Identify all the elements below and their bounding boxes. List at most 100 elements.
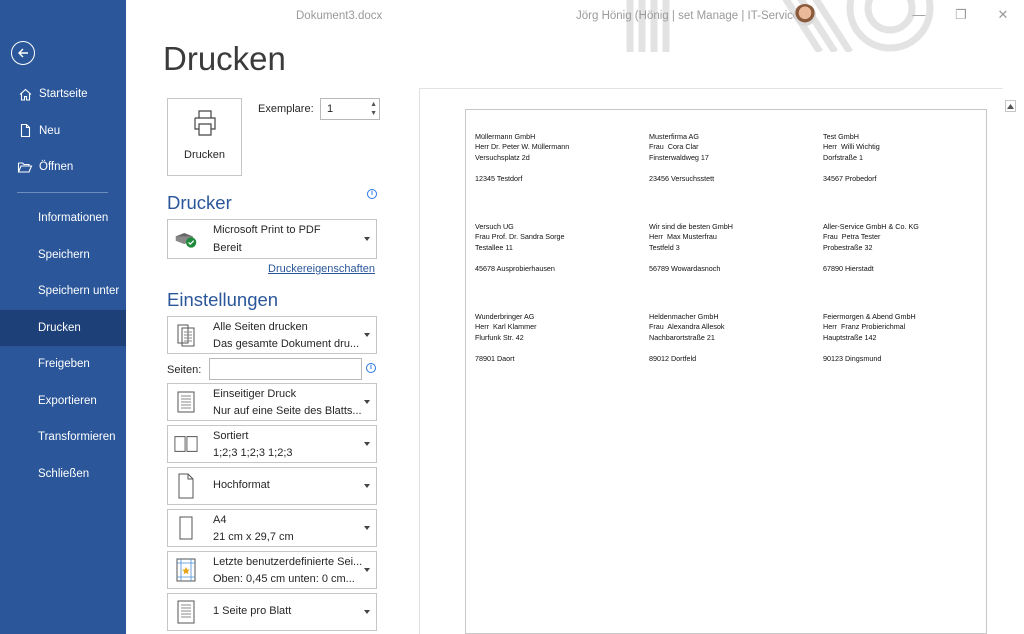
setting-detail: 1;2;3 1;2;3 1;2;3 bbox=[213, 447, 293, 459]
sidebar-item-label: Neu bbox=[39, 124, 61, 137]
sidebar-item-label: Speichern bbox=[38, 248, 90, 261]
chevron-down-icon bbox=[364, 568, 370, 572]
margins-select[interactable]: Letzte benutzerdefinierte Sei... Oben: 0… bbox=[167, 551, 377, 589]
sidebar-item-close[interactable]: Schließen bbox=[0, 456, 126, 493]
printer-select[interactable]: Microsoft Print to PDF Bereit bbox=[167, 219, 377, 259]
address-label: Versuch UG Frau Prof. Dr. Sandra Sorge T… bbox=[475, 222, 565, 273]
sidebar-item-label: Freigeben bbox=[38, 358, 90, 371]
info-icon[interactable]: i bbox=[367, 189, 377, 199]
chevron-up-icon[interactable]: ▲ bbox=[370, 101, 377, 109]
sidebar-item-label: Startseite bbox=[39, 88, 88, 101]
printer-properties-link[interactable]: Druckereigenschaften bbox=[268, 263, 375, 275]
printer-ready-icon bbox=[174, 227, 198, 251]
address-label: Wir sind die besten GmbH Herr Max Muster… bbox=[649, 222, 733, 273]
document-title: Dokument3.docx bbox=[296, 10, 383, 22]
setting-detail: 21 cm x 29,7 cm bbox=[213, 531, 294, 543]
copies-stepper[interactable]: 1 ▲ ▼ bbox=[320, 98, 380, 120]
new-document-icon bbox=[17, 123, 33, 139]
back-arrow-icon[interactable] bbox=[11, 41, 35, 65]
setting-detail: Nur auf eine Seite des Blatts... bbox=[213, 405, 362, 417]
sidebar-item-new[interactable]: Neu bbox=[0, 113, 126, 150]
setting-title: Letzte benutzerdefinierte Sei... bbox=[213, 556, 363, 568]
print-preview-page: Müllermann GmbH Herr Dr. Peter W. Müller… bbox=[465, 109, 987, 634]
orientation-select[interactable]: Hochformat bbox=[167, 467, 377, 505]
chevron-down-icon bbox=[364, 237, 370, 241]
printer-status: Bereit bbox=[213, 242, 242, 254]
collation-select[interactable]: Sortiert 1;2;3 1;2;3 1;2;3 bbox=[167, 425, 377, 463]
address-label: Test GmbH Herr Willi Wichtig Dorfstraße … bbox=[823, 132, 880, 183]
address-label: Heldenmacher GmbH Frau Alexandra Allesok… bbox=[649, 312, 725, 363]
address-label: Müllermann GmbH Herr Dr. Peter W. Müller… bbox=[475, 132, 570, 183]
chevron-down-icon bbox=[364, 400, 370, 404]
avatar[interactable] bbox=[794, 4, 816, 26]
settings-heading: Einstellungen bbox=[167, 289, 279, 310]
pages-per-sheet-select[interactable]: 1 Seite pro Blatt bbox=[167, 593, 377, 631]
chevron-down-icon bbox=[364, 442, 370, 446]
portrait-icon bbox=[174, 473, 198, 499]
sidebar-item-export[interactable]: Exportieren bbox=[0, 383, 126, 420]
folder-open-icon bbox=[17, 159, 33, 175]
info-icon[interactable]: i bbox=[366, 363, 376, 373]
collated-icon bbox=[174, 432, 198, 456]
print-button[interactable]: Drucken bbox=[167, 98, 242, 176]
sidebar-item-open[interactable]: Öffnen bbox=[0, 149, 126, 186]
duplex-select[interactable]: Einseitiger Druck Nur auf eine Seite des… bbox=[167, 383, 377, 421]
address-label: Feiermorgen & Abend GmbH Herr Franz Prob… bbox=[823, 312, 916, 363]
sidebar-item-label: Informationen bbox=[38, 212, 109, 225]
paper-size-icon bbox=[174, 516, 198, 540]
one-sided-icon bbox=[174, 390, 198, 414]
backstage-sidebar: Startseite Neu Öffnen Informationen Spei… bbox=[0, 0, 126, 634]
sidebar-item-label: Exportieren bbox=[38, 394, 97, 407]
scroll-up-icon[interactable] bbox=[1005, 100, 1016, 112]
chevron-down-icon bbox=[364, 484, 370, 488]
sidebar-item-info[interactable]: Informationen bbox=[0, 200, 126, 237]
sidebar-item-label: Transformieren bbox=[38, 431, 116, 444]
margins-icon bbox=[174, 558, 198, 582]
pages-per-sheet-icon bbox=[174, 600, 198, 624]
print-button-label: Drucken bbox=[184, 149, 225, 161]
paper-size-select[interactable]: A4 21 cm x 29,7 cm bbox=[167, 509, 377, 547]
sidebar-item-transform[interactable]: Transformieren bbox=[0, 419, 126, 456]
sidebar-item-label: Schließen bbox=[38, 467, 90, 480]
sidebar-item-label: Öffnen bbox=[39, 161, 74, 174]
copies-label: Exemplare: bbox=[258, 103, 314, 115]
address-label: Musterfirma AG Frau Cora Clar Finsterwal… bbox=[649, 132, 715, 183]
address-label: Aller-Service GmbH & Co. KG Frau Petra T… bbox=[823, 222, 919, 273]
account-name[interactable]: Jörg Hönig (Hönig | set Manage | IT-Serv… bbox=[576, 10, 803, 22]
minimize-button[interactable]: — bbox=[909, 6, 929, 24]
sidebar-item-label: Drucken bbox=[38, 321, 81, 334]
print-range-select[interactable]: Alle Seiten drucken Das gesamte Dokument… bbox=[167, 316, 377, 354]
page-title: Drucken bbox=[163, 40, 286, 77]
pages-input[interactable] bbox=[209, 358, 362, 380]
home-icon bbox=[17, 86, 33, 102]
close-button[interactable]: ✕ bbox=[993, 6, 1013, 24]
address-label: Wunderbringer AG Herr Karl Klammer Flurf… bbox=[475, 312, 537, 363]
setting-title: Hochformat bbox=[213, 479, 270, 491]
ribbon-background-decoration bbox=[620, 0, 950, 52]
chevron-down-icon bbox=[364, 610, 370, 614]
setting-title: 1 Seite pro Blatt bbox=[213, 605, 292, 617]
printer-heading: Drucker bbox=[167, 192, 232, 213]
sidebar-item-label: Speichern unter bbox=[38, 285, 120, 298]
setting-title: A4 bbox=[213, 514, 227, 526]
setting-title: Einseitiger Druck bbox=[213, 388, 297, 400]
printer-name: Microsoft Print to PDF bbox=[213, 224, 321, 236]
chevron-down-icon[interactable]: ▼ bbox=[370, 110, 377, 118]
setting-title: Alle Seiten drucken bbox=[213, 321, 308, 333]
setting-detail: Das gesamte Dokument dru... bbox=[213, 338, 360, 350]
sidebar-item-share[interactable]: Freigeben bbox=[0, 346, 126, 383]
preview-scrollbar[interactable] bbox=[1003, 98, 1018, 634]
sidebar-divider bbox=[17, 192, 108, 193]
sidebar-item-print[interactable]: Drucken bbox=[0, 309, 126, 346]
sidebar-item-home[interactable]: Startseite bbox=[0, 76, 126, 113]
pages-icon bbox=[174, 323, 198, 347]
restore-button[interactable]: ❐ bbox=[951, 6, 971, 24]
pages-label: Seiten: bbox=[167, 364, 202, 376]
sidebar-item-save-as[interactable]: Speichern unter bbox=[0, 273, 126, 310]
chevron-down-icon bbox=[364, 526, 370, 530]
setting-title: Sortiert bbox=[213, 430, 249, 442]
printer-icon bbox=[192, 109, 218, 142]
sidebar-item-save[interactable]: Speichern bbox=[0, 237, 126, 274]
copies-value: 1 bbox=[327, 103, 334, 115]
chevron-down-icon bbox=[364, 333, 370, 337]
